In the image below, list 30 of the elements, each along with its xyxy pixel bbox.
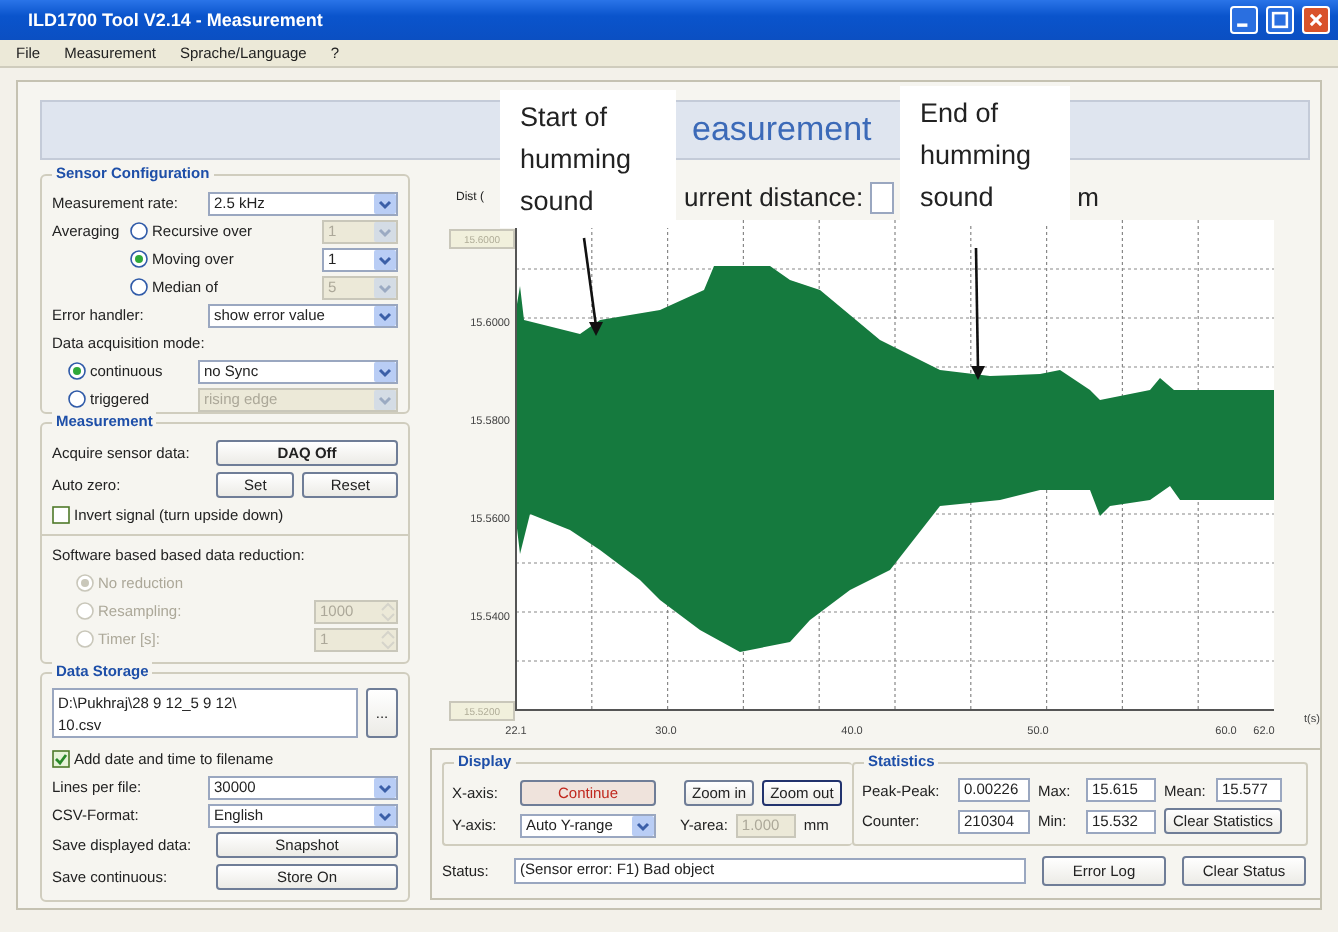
page-title: easurement bbox=[692, 108, 872, 152]
dropdown-arrow-icon bbox=[374, 249, 396, 269]
dropdown-arrow-icon bbox=[374, 805, 396, 825]
dropdown-arrow-icon bbox=[374, 361, 396, 381]
distance-field[interactable] bbox=[869, 182, 894, 214]
minimize-button[interactable] bbox=[1230, 6, 1258, 34]
spin-arrows-icon bbox=[380, 601, 396, 621]
callout: Start of humming sound bbox=[500, 90, 676, 228]
dropdown-arrow-icon bbox=[374, 221, 396, 241]
dropdown-arrow-icon bbox=[374, 277, 396, 297]
radio-button[interactable] bbox=[130, 250, 148, 268]
dropdown-arrow-icon bbox=[374, 777, 396, 797]
arrow bbox=[968, 248, 986, 380]
dropdown-arrow-icon bbox=[374, 193, 396, 213]
maximize-button[interactable] bbox=[1266, 6, 1294, 34]
checkbox[interactable] bbox=[52, 506, 70, 524]
close-button[interactable] bbox=[1302, 6, 1330, 34]
window-title: ILD1700 Tool V2.14 - Measurement bbox=[28, 9, 323, 31]
distance-label: urrent distance: bbox=[684, 182, 864, 214]
radio-button[interactable] bbox=[68, 362, 86, 380]
checkbox[interactable] bbox=[52, 750, 70, 768]
unit-label: m bbox=[1077, 182, 1099, 214]
spin-arrows-icon bbox=[380, 629, 396, 649]
radio-button[interactable] bbox=[68, 390, 86, 408]
callout: End of humming sound bbox=[900, 86, 1070, 224]
radio-button[interactable] bbox=[130, 278, 148, 296]
dropdown-arrow-icon bbox=[374, 389, 396, 409]
radio-button[interactable] bbox=[130, 222, 148, 240]
dropdown-arrow-icon bbox=[374, 305, 396, 325]
dropdown-arrow-icon bbox=[632, 815, 654, 835]
